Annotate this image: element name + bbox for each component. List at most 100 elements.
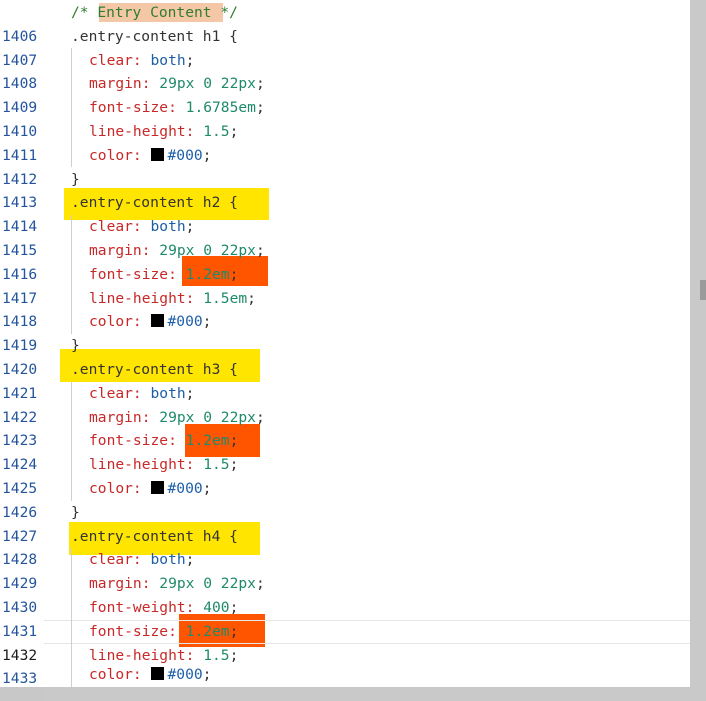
code-line[interactable]: 1431 font-weight: 400;	[0, 596, 690, 640]
code-text: color: #000;	[89, 477, 211, 501]
code-line[interactable]: 1425 line-height: 1.5;	[0, 453, 690, 497]
css-selector: .entry-content h2 {	[71, 194, 238, 212]
code-text: clear: both;	[89, 215, 194, 239]
color-swatch-icon[interactable]	[150, 667, 164, 680]
code-text: clear: both;	[89, 49, 194, 73]
vertical-scrollbar[interactable]	[690, 0, 706, 701]
css-value: 1.5	[194, 123, 230, 140]
css-property: clear:	[89, 218, 142, 236]
code-line[interactable]: 1416 margin: 29px 0 22px;	[0, 239, 690, 283]
comment-close: */	[211, 4, 238, 21]
color-swatch-icon[interactable]	[150, 481, 164, 494]
code-line[interactable]: 1418 line-height: 1.5em;	[0, 287, 690, 331]
code-line[interactable]: 1422 clear: both;	[0, 382, 690, 426]
code-line[interactable]: 1411 line-height: 1.5;	[0, 120, 690, 164]
code-text: line-height: 1.5;	[89, 120, 238, 144]
code-line[interactable]: 1407 .entry-content h1 {	[0, 25, 690, 69]
css-property: clear:	[89, 551, 142, 569]
semicolon: ;	[229, 646, 239, 664]
code-line[interactable]: 1426 color: #000;	[0, 477, 690, 521]
code-text: margin: 29px 0 22px;	[89, 239, 265, 263]
semicolon: ;	[185, 51, 195, 69]
code-line-current[interactable]: 1432 font-size: 1.2em;	[0, 620, 690, 664]
closing-brace: }	[71, 503, 80, 521]
code-text: color: #000;	[89, 663, 211, 687]
code-line[interactable]: 1410 font-size: 1.6785em;	[0, 96, 690, 140]
css-value: both	[141, 218, 186, 236]
css-value: both	[141, 551, 186, 569]
code-line[interactable]: 1409 margin: 29px 0 22px;	[0, 72, 690, 116]
scrollbar-thumb[interactable]	[700, 280, 706, 300]
css-value: 29px 0 22px	[150, 575, 256, 593]
css-property: font-size:	[89, 432, 177, 450]
semicolon: ;	[229, 432, 239, 450]
code-text: clear: both;	[89, 382, 194, 406]
css-property: color:	[89, 313, 142, 331]
code-line[interactable]: 1413 }	[0, 168, 690, 212]
css-value: #000	[167, 146, 203, 164]
code-line[interactable]: 1428 .entry-content h4 {	[0, 525, 690, 569]
css-value: #000	[167, 666, 203, 683]
code-line[interactable]: 1430 margin: 29px 0 22px;	[0, 572, 690, 616]
semicolon: ;	[255, 408, 265, 426]
code-text: margin: 29px 0 22px;	[89, 572, 265, 596]
css-value: 1.5	[194, 646, 230, 664]
color-swatch-icon[interactable]	[150, 147, 164, 161]
code-text: margin: 29px 0 22px;	[89, 72, 265, 96]
code-line[interactable]: 1424 font-size: 1.2em;	[0, 429, 690, 473]
css-property: margin:	[89, 242, 151, 259]
semicolon: ;	[255, 575, 265, 593]
color-swatch-icon[interactable]	[150, 314, 164, 328]
css-value: 29px 0 22px	[150, 75, 256, 93]
css-value: #000	[167, 313, 203, 331]
semicolon: ;	[229, 622, 239, 640]
code-editor[interactable]: 1406 /* Entry Content */ 1407 .entry-con…	[0, 0, 690, 687]
code-line[interactable]: 1420 }	[0, 334, 690, 378]
css-value: both	[141, 51, 186, 69]
semicolon: ;	[185, 218, 195, 236]
css-property: font-size:	[89, 622, 177, 640]
code-line[interactable]: 1406 /* Entry Content */	[0, 1, 690, 45]
semicolon: ;	[255, 75, 265, 93]
semicolon: ;	[247, 289, 256, 307]
code-text: clear: both;	[89, 548, 194, 572]
semicolon: ;	[229, 265, 239, 283]
code-line[interactable]: 1429 clear: both;	[0, 548, 690, 592]
code-text: line-height: 1.5;	[89, 453, 238, 477]
code-line[interactable]: 1417 font-size: 1.2em;	[0, 263, 690, 307]
code-line[interactable]: 1427 }	[0, 501, 690, 545]
css-property: color:	[89, 146, 142, 164]
code-line[interactable]: 1414 .entry-content h2 {	[0, 191, 690, 235]
horizontal-scrollbar[interactable]	[44, 687, 706, 701]
css-value: #000	[167, 480, 203, 497]
css-selector: .entry-content h3 {	[71, 361, 238, 378]
code-line[interactable]: 1423 margin: 29px 0 22px;	[0, 406, 690, 450]
code-line[interactable]: 1408 clear: both;	[0, 49, 690, 93]
css-property: font-weight:	[89, 599, 195, 616]
code-line[interactable]: 1419 color: #000;	[0, 310, 690, 354]
closing-brace: }	[71, 170, 80, 188]
semicolon: ;	[255, 99, 265, 117]
code-text: font-size: 1.6785em;	[89, 96, 265, 120]
code-line[interactable]: 1434 color: #000;	[0, 663, 690, 687]
code-line[interactable]: 1421 .entry-content h3 {	[0, 358, 690, 402]
css-property: color:	[89, 666, 142, 683]
semicolon: ;	[202, 480, 212, 497]
css-property: margin:	[89, 75, 151, 93]
css-property: line-height:	[89, 646, 195, 664]
css-value: 29px 0 22px	[150, 242, 256, 259]
semicolon: ;	[229, 456, 239, 474]
semicolon: ;	[202, 146, 212, 164]
code-line[interactable]: 1412 color: #000;	[0, 144, 690, 188]
semicolon: ;	[185, 551, 195, 569]
code-text: margin: 29px 0 22px;	[89, 406, 265, 430]
css-property: line-height:	[89, 123, 195, 140]
css-value: 1.2em	[176, 622, 230, 640]
code-text: color: #000;	[89, 310, 211, 334]
code-line[interactable]: 1415 clear: both;	[0, 215, 690, 259]
comment-text: Entry Content	[97, 4, 212, 21]
semicolon: ;	[255, 242, 265, 259]
css-value: 1.5em	[194, 289, 248, 307]
code-text: font-size: 1.2em;	[89, 620, 238, 644]
code-text: /* Entry Content */	[71, 1, 238, 25]
